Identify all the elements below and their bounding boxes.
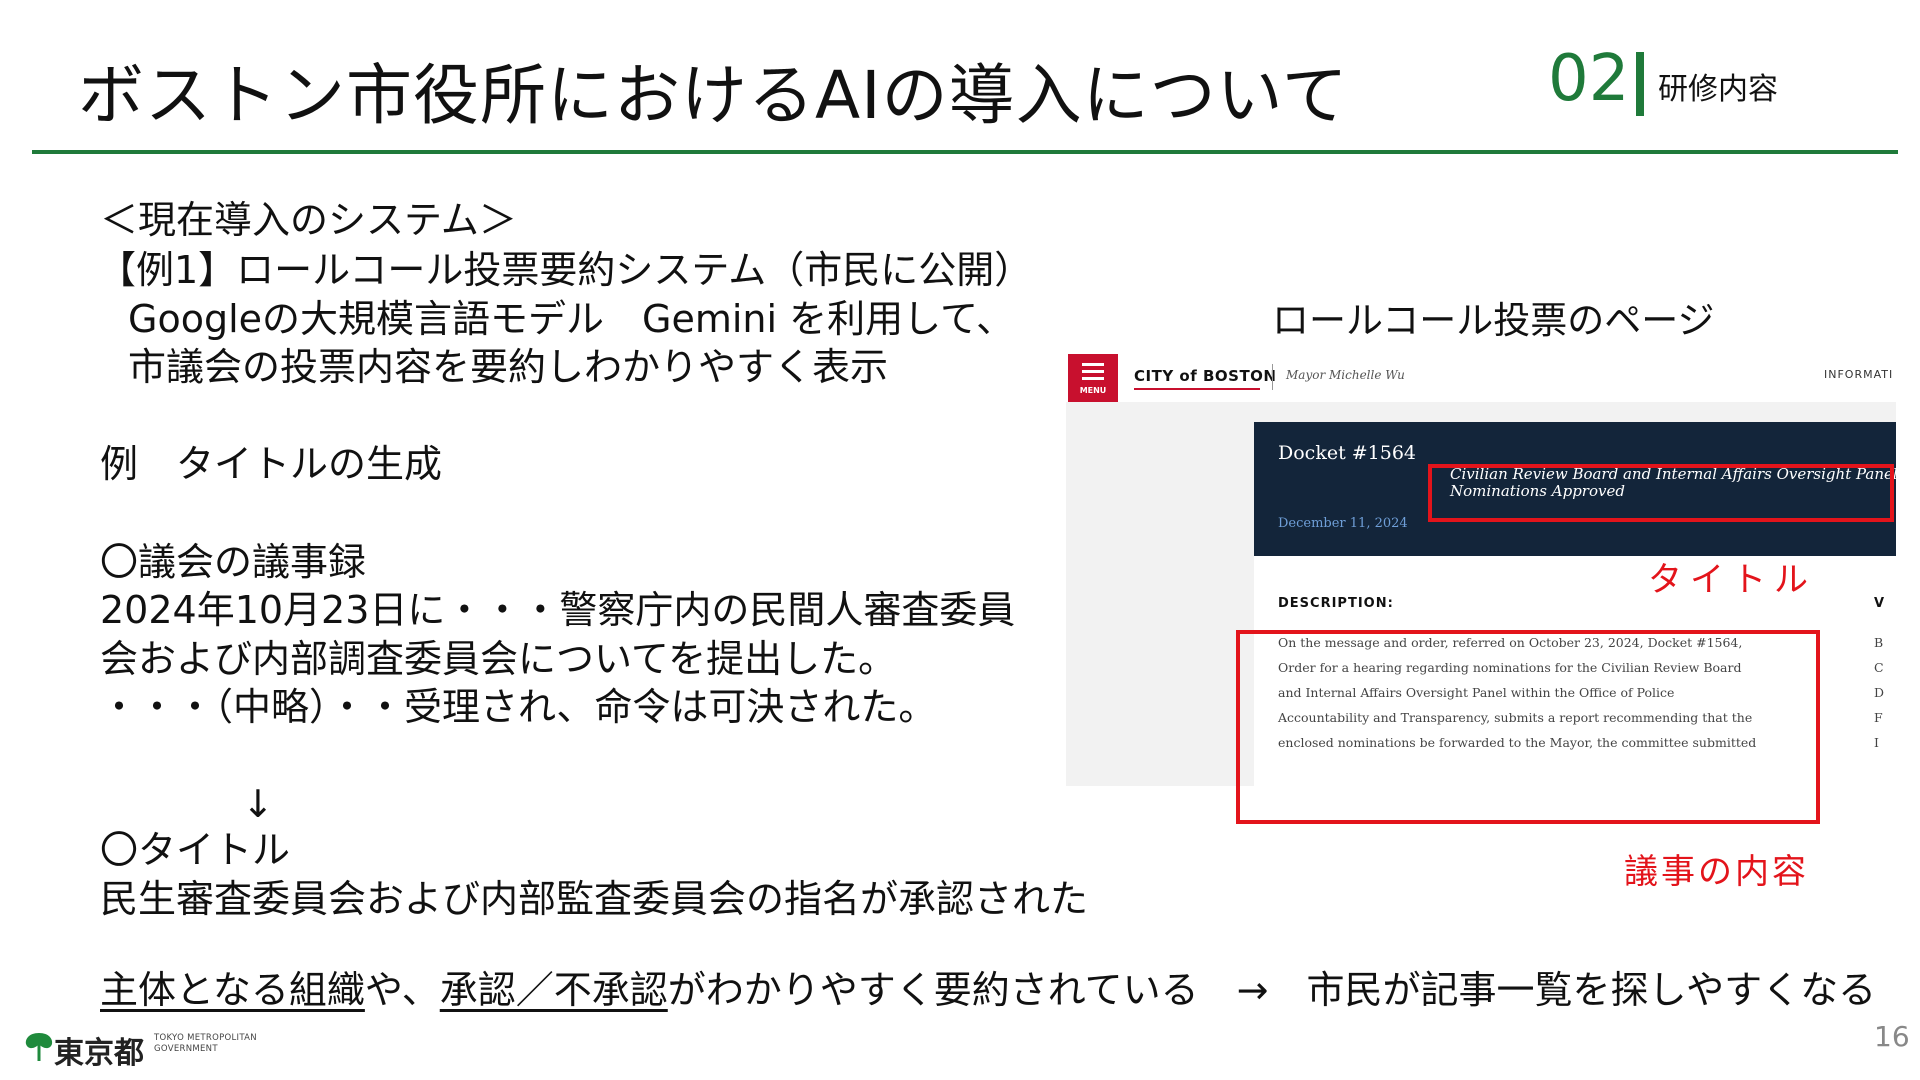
conclusion-organization: 主体となる組織	[100, 968, 365, 1012]
header-rule	[32, 150, 1898, 154]
title-caption: タイトル	[1648, 560, 1816, 600]
side-column-letter: B	[1874, 635, 1884, 650]
minutes-line-1: 2024年10月23日に・・・警察庁内の民間人審査委員	[100, 588, 1016, 632]
down-arrow-icon: ↓	[242, 782, 274, 826]
screenshot-caption: ロールコール投票のページ	[1272, 299, 1715, 342]
tokyo-logo-english-line-2: GOVERNMENT	[154, 1044, 218, 1054]
title-highlight-box	[1428, 464, 1894, 522]
conclusion-approval: 承認／不承認	[439, 968, 668, 1012]
description-heading: DESCRIPTION:	[1278, 596, 1394, 611]
conclusion-result: がわかりやすく要約されている → 市民が記事一覧を探しやすくなる	[667, 968, 1877, 1012]
page-number: 16	[1874, 1020, 1910, 1053]
section-number: 02	[1548, 42, 1630, 116]
menu-button: MENU	[1068, 354, 1118, 402]
example-label: 例 タイトルの生成	[100, 442, 443, 486]
docket-title: Docket #1564	[1278, 442, 1417, 464]
side-column-letter: F	[1874, 710, 1883, 725]
example1-title: 【例1】ロールコール投票要約システム（市民に公開）	[98, 248, 1033, 292]
minutes-line-2: 会および内部調査委員会についてを提出した。	[100, 637, 897, 681]
section-divider-bar	[1636, 52, 1644, 116]
example1-desc-line-1: Googleの大規模言語モデル Gemini を利用して、	[128, 297, 1015, 341]
section-label: 研修内容	[1658, 72, 1778, 107]
info-nav-item: INFORMATI	[1824, 368, 1894, 381]
tokyo-logo-english: TOKYO METROPOLITAN GOVERNMENT	[154, 1033, 257, 1055]
city-of-boston-logo: CITY of BOSTON	[1134, 367, 1277, 385]
mayor-name: Mayor Michelle Wu	[1286, 368, 1405, 382]
logo-underline	[1134, 388, 1260, 390]
slide-title: ボストン市役所におけるAIの導入について	[78, 57, 1349, 134]
menu-label: MENU	[1079, 386, 1107, 395]
body-caption: 議事の内容	[1624, 852, 1809, 892]
tokyo-logo-text: 東京都	[54, 1036, 144, 1071]
menu-icon-bar	[1082, 363, 1104, 366]
side-column-heading: V	[1874, 596, 1885, 611]
minutes-heading: 〇議会の議事録	[100, 540, 367, 584]
tokyo-logo-english-line-1: TOKYO METROPOLITAN	[154, 1033, 257, 1043]
menu-icon-bar	[1082, 377, 1104, 380]
docket-date: December 11, 2024	[1278, 516, 1408, 531]
example1-desc-line-2: 市議会の投票内容を要約しわかりやすく表示	[128, 345, 889, 389]
tokyo-ginkgo-logo-icon	[25, 1033, 53, 1061]
side-column-letter: I	[1874, 735, 1879, 750]
minutes-line-3: ・・・（中略）・・受理され、命令は可決された。	[100, 685, 937, 729]
title-heading: 〇タイトル	[100, 828, 291, 872]
system-heading: ＜現在導入のシステム＞	[100, 198, 517, 242]
body-highlight-box	[1236, 630, 1820, 824]
menu-icon-bar	[1082, 370, 1104, 373]
side-column-letter: C	[1874, 660, 1884, 675]
side-column-letter: D	[1874, 685, 1885, 700]
title-result: 民生審査委員会および内部監査委員会の指名が承認された	[100, 877, 1089, 921]
conclusion: 主体となる組織や、承認／不承認がわかりやすく要約されている → 市民が記事一覧を…	[100, 966, 1876, 1014]
conclusion-joiner: や、	[364, 968, 440, 1012]
site-header: MENU CITY of BOSTON Mayor Michelle Wu IN…	[1066, 352, 1896, 402]
logo-separator	[1272, 364, 1273, 390]
